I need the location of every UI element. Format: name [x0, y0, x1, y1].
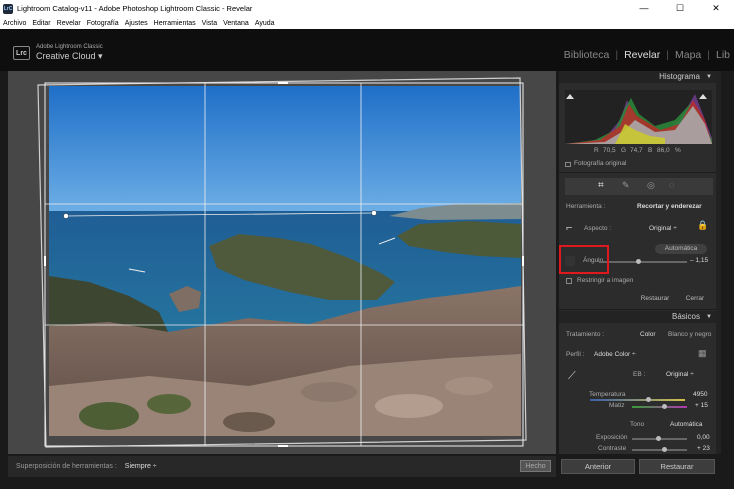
constrain-label[interactable]: Restringir a imagen	[577, 277, 633, 284]
tool-overlay-bar: Superposición de herramientas : Siempre …	[8, 456, 556, 477]
previous-button[interactable]: Anterior	[561, 459, 635, 474]
wb-label: EB :	[633, 371, 646, 378]
angle-slider-track[interactable]	[599, 261, 687, 263]
hist-g-label: G	[621, 147, 627, 154]
menu-archivo[interactable]: Archivo	[3, 20, 26, 27]
tone-auto-button[interactable]: Automática	[670, 421, 703, 428]
basic-header[interactable]: Básicos	[559, 311, 716, 323]
brand-cloud[interactable]: Creative Cloud ▾	[36, 51, 103, 62]
constrain-checkbox[interactable]	[566, 278, 572, 284]
temperature-label: Temperatura	[589, 391, 626, 398]
temperature-value[interactable]: 4950	[693, 391, 707, 398]
overlay-select[interactable]: Siempre ÷	[125, 463, 157, 470]
restore-button[interactable]: Restaurar	[639, 459, 715, 474]
divider	[559, 309, 716, 310]
auto-straighten-button[interactable]: Automática	[655, 244, 707, 254]
original-photo-icon[interactable]	[565, 162, 571, 167]
contrast-knob[interactable]	[662, 447, 667, 452]
hist-r-label: R	[594, 147, 599, 154]
exposure-value[interactable]: 0,00	[697, 434, 710, 441]
exposure-label: Exposición	[596, 434, 628, 441]
contrast-slider[interactable]	[632, 449, 687, 451]
angle-value[interactable]: – 1,15	[690, 257, 708, 264]
lock-icon[interactable]: 🔒	[697, 220, 708, 232]
crop-overlay[interactable]	[8, 71, 556, 454]
window-title-bar: LrC Lightroom Catalog-v11 - Adobe Photos…	[0, 0, 734, 17]
panel-scrollbar[interactable]	[716, 71, 721, 454]
done-button[interactable]: Hecho	[520, 460, 551, 472]
original-photo-label[interactable]: Fotografía original	[574, 160, 626, 167]
contrast-label: Contraste	[598, 445, 627, 452]
menu-vista[interactable]: Vista	[202, 20, 217, 27]
tint-label: Matiz	[609, 402, 625, 409]
menu-ajustes[interactable]: Ajustes	[125, 20, 148, 27]
menu-revelar[interactable]: Revelar	[57, 20, 81, 27]
divider	[559, 172, 716, 173]
profile-label: Perfil :	[566, 351, 585, 358]
menu-herramientas[interactable]: Herramientas	[154, 20, 196, 27]
menu-ventana[interactable]: Ventana	[223, 20, 249, 27]
module-library[interactable]: Biblioteca	[564, 49, 610, 61]
menu-fotografia[interactable]: Fotografía	[87, 20, 119, 27]
masking-tool-icon[interactable]: ◌	[669, 180, 679, 192]
treatment-label: Tratamiento :	[566, 331, 605, 338]
minimize-button[interactable]: —	[626, 0, 662, 17]
module-picker: Biblioteca | Revelar | Mapa | Lib	[563, 49, 730, 61]
overlay-label: Superposición de herramientas :	[16, 463, 117, 470]
hist-b-value: 86,0	[657, 147, 670, 154]
tool-label: Herramienta :	[566, 203, 606, 210]
menu-bar: Archivo Editar Revelar Fotografía Ajuste…	[0, 17, 734, 29]
tool-strip	[565, 178, 713, 195]
window-title: Lightroom Catalog-v11 - Adobe Photoshop …	[17, 4, 253, 13]
crop-close-button[interactable]: Cerrar	[682, 295, 708, 302]
tint-knob[interactable]	[662, 404, 667, 409]
highlight-box	[559, 245, 609, 274]
hist-unit: %	[675, 147, 681, 154]
crop-reset-button[interactable]: Restaurar	[636, 295, 674, 302]
crop-tool-icon[interactable]: ⌗	[598, 180, 608, 192]
menu-ayuda[interactable]: Ayuda	[255, 20, 275, 27]
close-button[interactable]: ✕	[698, 0, 734, 17]
tint-value[interactable]: + 15	[695, 402, 708, 409]
tool-value: Recortar y enderezar	[637, 203, 702, 210]
maximize-button[interactable]: ☐	[662, 0, 698, 17]
eyedropper-icon[interactable]: ⟋	[568, 370, 580, 384]
histogram-header[interactable]: Histograma	[559, 71, 716, 83]
exposure-knob[interactable]	[656, 436, 661, 441]
brand-name: Adobe Lightroom Classic	[36, 44, 103, 50]
lightroom-logo: Lrc	[13, 46, 30, 60]
hist-g-value: 74,7	[630, 147, 643, 154]
module-develop[interactable]: Revelar	[624, 49, 660, 61]
treatment-bw[interactable]: Blanco y negro	[668, 331, 711, 338]
temperature-slider[interactable]	[590, 399, 685, 401]
app-icon: LrC	[3, 3, 13, 14]
wb-select[interactable]: Original ÷	[666, 371, 694, 378]
crop-frame-icon[interactable]: ⌐	[566, 222, 578, 234]
contrast-value[interactable]: + 23	[697, 445, 710, 452]
tone-label: Tono	[630, 421, 645, 428]
hist-r-value: 70,5	[603, 147, 616, 154]
healing-tool-icon[interactable]: ✎	[622, 180, 632, 192]
menu-editar[interactable]: Editar	[32, 20, 50, 27]
module-more[interactable]: Lib	[716, 49, 730, 61]
aspect-select[interactable]: Original ÷	[649, 225, 677, 232]
red-eye-tool-icon[interactable]: ◎	[647, 180, 657, 192]
treatment-color[interactable]: Color	[640, 331, 656, 338]
tint-slider[interactable]	[632, 406, 687, 408]
aspect-label: Aspecto :	[584, 225, 612, 232]
module-map[interactable]: Mapa	[675, 49, 701, 61]
profile-browser-icon[interactable]: ▦	[698, 348, 708, 358]
temperature-knob[interactable]	[646, 397, 651, 402]
profile-select[interactable]: Adobe Color ÷	[594, 351, 636, 358]
hist-b-label: B	[648, 147, 653, 154]
histogram-graph[interactable]	[565, 90, 712, 144]
